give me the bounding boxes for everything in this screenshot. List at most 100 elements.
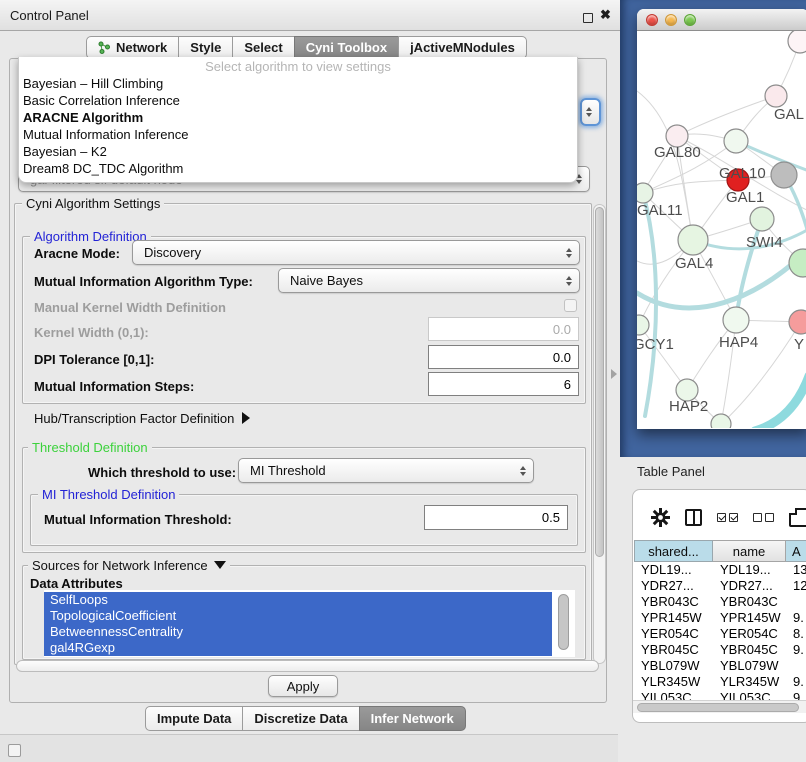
node-label: GAL11 bbox=[637, 202, 683, 219]
table-row[interactable]: YPR145WYPR145W9. bbox=[634, 610, 806, 626]
network-window-titlebar[interactable] bbox=[637, 9, 806, 31]
tab-style[interactable]: Style bbox=[178, 36, 233, 59]
network-canvas[interactable]: GAL GAL80 GAL10 GAL1 GAL11 SWI4 GAL4 GCY… bbox=[637, 31, 806, 428]
column-header-partial[interactable]: A bbox=[786, 540, 806, 562]
node-gray[interactable] bbox=[771, 162, 797, 188]
tab-infer-network[interactable]: Infer Network bbox=[359, 706, 466, 731]
table-row[interactable]: YBR043CYBR043C bbox=[634, 594, 806, 610]
node-gcy1[interactable] bbox=[637, 315, 649, 335]
mi-threshold-group-title: MI Threshold Definition bbox=[38, 487, 179, 502]
settings-horizontal-scrollbar[interactable] bbox=[16, 660, 599, 672]
node-label: GAL80 bbox=[654, 144, 701, 161]
popup-placeholder: Select algorithm to view settings bbox=[19, 59, 577, 75]
table-row[interactable]: YDL19...YDL19...13 bbox=[634, 562, 806, 578]
column-header-shared[interactable]: shared... bbox=[634, 540, 713, 562]
settings-scrollbar[interactable] bbox=[593, 204, 606, 664]
settings-group-title: Cyni Algorithm Settings bbox=[22, 196, 164, 211]
tab-select[interactable]: Select bbox=[232, 36, 294, 59]
tab-cyni-toolbox[interactable]: Cyni Toolbox bbox=[294, 36, 399, 59]
panel-restore-icon[interactable] bbox=[8, 744, 21, 757]
node-label: GCY1 bbox=[637, 336, 674, 353]
algorithm-option[interactable]: Dream8 DC_TDC Algorithm bbox=[19, 160, 577, 177]
algorithm-option[interactable]: Basic Correlation Inference bbox=[19, 92, 577, 109]
table-row[interactable]: YBL079WYBL079W bbox=[634, 658, 806, 674]
edge-heavy bbox=[755, 376, 806, 428]
splitter-arrow-icon[interactable] bbox=[611, 369, 617, 379]
attributes-list-scrollbar[interactable] bbox=[558, 594, 569, 650]
hub-section-toggle[interactable]: Hub/Transcription Factor Definition bbox=[34, 411, 250, 426]
algorithm-combo-arrow[interactable] bbox=[580, 98, 601, 126]
manual-kernel-checkbox[interactable] bbox=[564, 299, 577, 312]
node-swi4[interactable] bbox=[750, 207, 774, 231]
control-panel-title: Control Panel bbox=[10, 8, 89, 23]
mi-threshold-label: Mutual Information Threshold: bbox=[44, 512, 232, 527]
node-unlabeled[interactable] bbox=[788, 31, 806, 53]
apply-button[interactable]: Apply bbox=[268, 675, 338, 697]
node-salmon[interactable] bbox=[789, 310, 806, 334]
which-threshold-combo[interactable]: MI Threshold bbox=[238, 458, 534, 483]
status-strip bbox=[0, 734, 618, 762]
mac-zoom-icon[interactable] bbox=[684, 14, 696, 26]
node-label: GAL1 bbox=[726, 189, 764, 206]
close-icon[interactable]: ✖ bbox=[600, 7, 611, 23]
select-all-icon[interactable] bbox=[717, 513, 738, 522]
split-columns-icon[interactable] bbox=[685, 509, 702, 526]
table-row[interactable]: YLR345WYLR345W9. bbox=[634, 674, 806, 690]
algorithm-option-selected[interactable]: ARACNE Algorithm bbox=[19, 109, 577, 126]
network-graph: GAL GAL80 GAL10 GAL1 GAL11 SWI4 GAL4 GCY… bbox=[637, 31, 806, 428]
attribute-item-selected[interactable]: TopologicalCoefficient bbox=[44, 608, 552, 624]
node-gal10[interactable] bbox=[724, 129, 748, 153]
settings-gear-icon[interactable] bbox=[651, 508, 670, 527]
node-gal[interactable] bbox=[765, 85, 787, 107]
tab-network[interactable]: Network bbox=[86, 36, 179, 59]
deselect-all-icon[interactable] bbox=[753, 513, 774, 522]
algorithm-option[interactable]: Mutual Information Inference bbox=[19, 126, 577, 143]
scrollbar-thumb[interactable] bbox=[637, 703, 799, 712]
table-row[interactable]: YBR045CYBR045C9. bbox=[634, 642, 806, 658]
attribute-item-selected[interactable]: SelfLoops bbox=[44, 592, 552, 608]
network-view-window[interactable]: GAL GAL80 GAL10 GAL1 GAL11 SWI4 GAL4 GCY… bbox=[637, 9, 806, 429]
algorithm-option[interactable]: Bayesian – K2 bbox=[19, 143, 577, 160]
collapsed-right-triangle-icon bbox=[242, 412, 250, 424]
tab-impute-data[interactable]: Impute Data bbox=[145, 706, 243, 731]
kernel-width-field[interactable]: 0.0 bbox=[428, 317, 579, 341]
control-panel-titlebar[interactable]: Control Panel bbox=[0, 0, 620, 31]
node-label: GAL4 bbox=[675, 255, 713, 272]
attribute-item-selected[interactable]: BetweennessCentrality bbox=[44, 624, 552, 640]
mi-threshold-field[interactable]: 0.5 bbox=[424, 505, 568, 530]
mi-algorithm-type-label: Mutual Information Algorithm Type: bbox=[34, 274, 253, 289]
mi-steps-field[interactable]: 6 bbox=[428, 372, 579, 396]
mac-close-icon[interactable] bbox=[646, 14, 658, 26]
bottom-tab-bar: Impute Data Discretize Data Infer Networ… bbox=[145, 706, 466, 731]
attribute-item-selected[interactable]: gal4RGexp bbox=[44, 640, 552, 656]
dpi-tolerance-field[interactable]: 0.0 bbox=[428, 345, 579, 369]
node-label: GAL bbox=[774, 106, 804, 123]
algorithm-dropdown-popup: Select algorithm to view settings Bayesi… bbox=[18, 57, 578, 183]
node-gal4[interactable] bbox=[678, 225, 708, 255]
table-row[interactable]: YER054CYER054C8. bbox=[634, 626, 806, 642]
network-desktop: GAL GAL80 GAL10 GAL1 GAL11 SWI4 GAL4 GCY… bbox=[620, 0, 806, 457]
scrollbar-thumb[interactable] bbox=[595, 207, 604, 557]
table-panel-box: shared... name A YDL19...YDL19...13 YDR2… bbox=[632, 489, 806, 723]
table-panel-title: Table Panel bbox=[637, 464, 705, 479]
network-icon bbox=[98, 41, 111, 54]
which-threshold-label: Which threshold to use: bbox=[88, 465, 236, 480]
node-hap4[interactable] bbox=[723, 307, 749, 333]
manual-kernel-label: Manual Kernel Width Definition bbox=[34, 300, 226, 315]
sources-group-title[interactable]: Sources for Network Inference bbox=[28, 558, 230, 573]
mac-minimize-icon[interactable] bbox=[665, 14, 677, 26]
node-unlabeled[interactable] bbox=[711, 414, 731, 428]
float-window-icon[interactable] bbox=[583, 13, 593, 23]
tab-discretize-data[interactable]: Discretize Data bbox=[242, 706, 359, 731]
node-gal11[interactable] bbox=[637, 183, 653, 203]
algorithm-option[interactable]: Bayesian – Hill Climbing bbox=[19, 75, 577, 92]
node-label: GAL10 bbox=[719, 165, 766, 182]
column-header-name[interactable]: name bbox=[713, 540, 786, 562]
mi-algorithm-type-combo[interactable]: Naive Bayes bbox=[278, 268, 580, 293]
table-horizontal-scrollbar[interactable] bbox=[633, 700, 806, 713]
aracne-mode-combo[interactable]: Discovery bbox=[132, 240, 580, 265]
data-attributes-label: Data Attributes bbox=[30, 576, 123, 591]
table-row[interactable]: YDR27...YDR27...12 bbox=[634, 578, 806, 594]
table-sheet-icon[interactable] bbox=[789, 508, 806, 527]
tab-jactivemnodules[interactable]: jActiveMNodules bbox=[398, 36, 527, 59]
